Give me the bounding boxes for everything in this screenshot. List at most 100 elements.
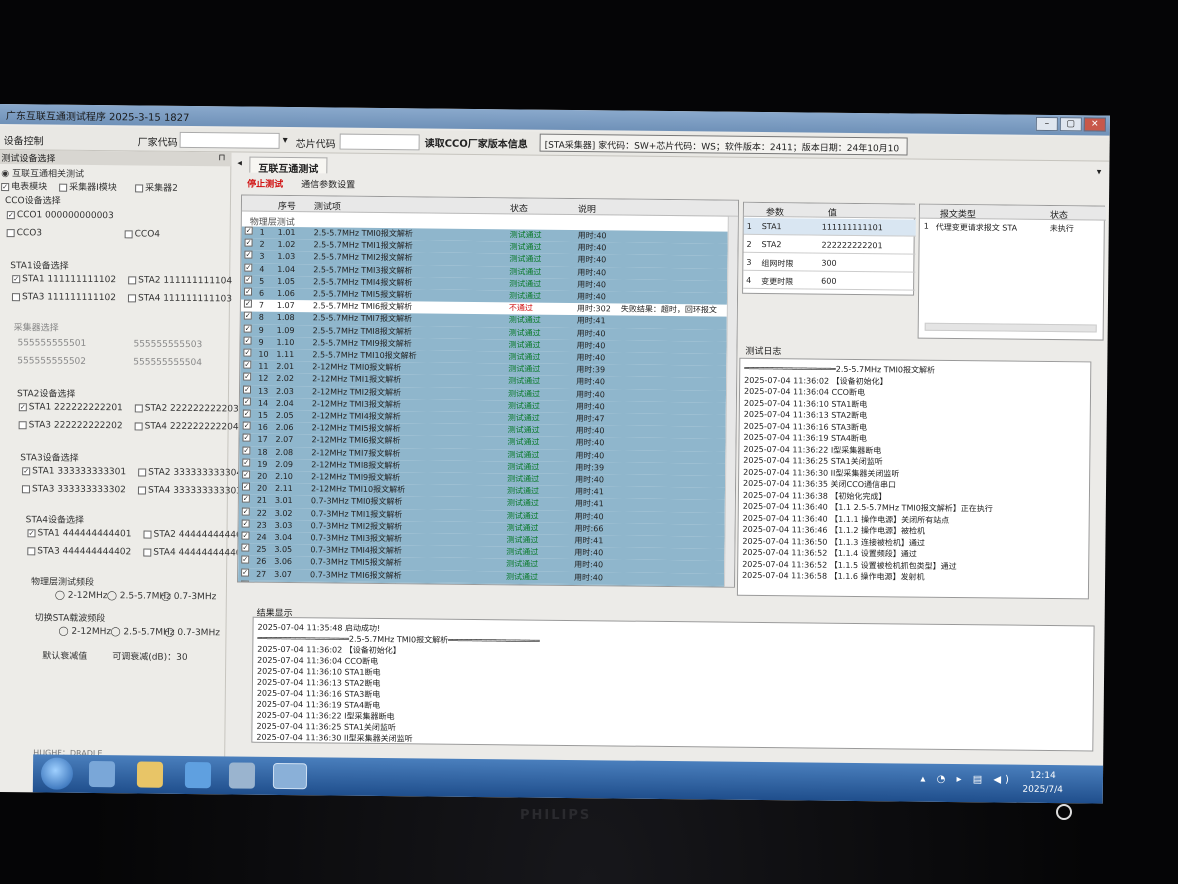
row-note: 用时:40	[576, 328, 606, 338]
app-icon[interactable]	[228, 762, 256, 789]
row-id: 2.06	[275, 423, 294, 433]
cco-select-label: CCO设备选择	[4, 196, 61, 207]
sta4-checkbox-3[interactable]: STA3 444444444402	[27, 546, 131, 557]
log-line: 2025-07-04 11:36:10 STA1断电	[743, 398, 868, 409]
sta3-checkbox-3[interactable]: STA3 333333333302	[21, 484, 126, 495]
row-item: 2.5-5.7MHz TMI8报文解析	[312, 325, 412, 336]
minimize-button[interactable]: –	[1035, 116, 1058, 132]
row-status: 测试通过	[507, 449, 540, 460]
row-status: 测试通过	[508, 364, 541, 374]
sta2-checkbox-1[interactable]: ✓ STA1 222222222201	[18, 402, 123, 413]
collector-item-4[interactable]: 555555555504	[133, 357, 202, 368]
row-item: 0.7-3MHz TMI7报文解析	[309, 582, 402, 588]
row-id: 1.04	[277, 264, 296, 274]
param-row[interactable]: 4 变更时限 600	[743, 271, 916, 291]
collector-item-1[interactable]: 555555555501	[17, 338, 86, 349]
row-no: 10	[258, 349, 269, 359]
row-note: 用时:40	[577, 231, 607, 241]
message-type-row[interactable]: 1 代理变更请求报文 STA 未执行	[924, 222, 1074, 234]
system-tray-icons[interactable]: ▴ ◔ ▸ ▤ ◀)	[920, 774, 1013, 786]
explorer-icon[interactable]	[88, 760, 116, 788]
row-no: 20	[256, 483, 268, 494]
sta1-checkbox-4[interactable]: STA4 111111111103	[127, 293, 232, 304]
row-id: 1.11	[276, 349, 295, 360]
row-status: 测试通过	[506, 498, 539, 509]
row-no: 20	[257, 471, 268, 481]
row-id: 3.04	[274, 532, 293, 543]
collector-i-checkbox[interactable]: 采集器I模块	[59, 180, 117, 193]
maximize-button[interactable]: ▢	[1059, 117, 1082, 132]
sta4-checkbox-2[interactable]: STA2 444444444404	[143, 530, 248, 541]
param-row[interactable]: 1 STA1 111111111101	[743, 217, 916, 237]
row-item: 2-12MHz TMI0报文解析	[312, 362, 402, 373]
horizontal-scrollbar[interactable]	[924, 322, 1097, 333]
param-row[interactable]: 3 组网时限 300	[743, 253, 916, 273]
sta1-checkbox-1[interactable]: ✓ STA1 111111111102	[12, 274, 116, 285]
collector-item-3[interactable]: 555555555502	[17, 356, 86, 367]
collector-group-label: 采集器选择	[13, 323, 59, 334]
cco4-checkbox[interactable]: CCO4	[124, 229, 160, 240]
read-cco-vendor-button[interactable]: 读取CCO厂家版本信息	[425, 134, 528, 150]
chevron-down-icon[interactable]: ▾	[283, 135, 288, 146]
attenuator-value[interactable]: 可调衰减(dB)：30	[112, 649, 188, 663]
sta2-checkbox-4[interactable]: STA4 222222222204	[134, 421, 239, 433]
row-no: 4	[259, 264, 265, 274]
row-note: 用时:41	[576, 316, 606, 326]
interop-radio[interactable]: ◉ 互联互通相关测试	[1, 166, 84, 180]
log-line: 2025-07-04 11:36:19 STA4断电	[743, 432, 868, 444]
cco3-checkbox[interactable]: CCO3	[6, 228, 42, 238]
power-button-icon[interactable]	[1056, 804, 1072, 820]
param-table: 参数 值 1 STA1 111111111101 2 STA2 222222222201 3…	[742, 201, 916, 296]
sta-band-option-3[interactable]: ◯ 0.7-3MHz	[164, 628, 220, 639]
row-note: 用时:40	[577, 243, 607, 253]
sta1-checkbox-3[interactable]: STA3 111111111102	[11, 292, 116, 303]
table-header: 序号 测试项 状态 说明	[241, 195, 740, 217]
vendor-code-select[interactable]	[179, 131, 280, 149]
chevron-left-icon[interactable]: ◂	[237, 158, 242, 168]
row-no: 23	[256, 520, 267, 530]
log-line: 2025-07-04 11:36:58 【1.1.6 操作电源】发射机	[742, 570, 925, 582]
stop-test-button[interactable]: 停止测试	[247, 177, 283, 190]
sta2-checkbox-2[interactable]: STA2 222222222203	[134, 403, 239, 415]
sta3-checkbox-1[interactable]: ✓ STA1 333333333301	[22, 466, 126, 477]
row-id: 2.07	[275, 435, 294, 445]
pin-icon[interactable]: ⊓	[218, 153, 225, 163]
row-id: 2.02	[276, 374, 294, 384]
sta-band-option-1[interactable]: ◯ 2-12MHz	[58, 627, 111, 638]
tab-comm-params[interactable]: 通信参数设置	[301, 177, 355, 191]
band-option-3[interactable]: ◯ 0.7-3MHz	[161, 592, 217, 603]
sta4-checkbox-4[interactable]: STA4 444444444403	[143, 548, 247, 559]
sta2-checkbox-3[interactable]: STA3 222222222202	[18, 420, 123, 431]
sta3-checkbox-2[interactable]: STA2 333333333304	[138, 467, 242, 479]
row-no: 22	[256, 508, 267, 518]
band-option-1[interactable]: ◯ 2-12MHz	[55, 591, 108, 602]
collector-item-2[interactable]: 555555555503	[133, 339, 202, 350]
browser-icon[interactable]	[184, 761, 212, 789]
chip-code-select[interactable]	[339, 133, 420, 151]
log-line: 2025-07-04 11:36:04 CCO断电	[743, 386, 866, 398]
chip-code-label: 芯片代码	[295, 139, 336, 151]
col-item: 测试项	[313, 202, 342, 213]
row-status: 测试通过	[506, 547, 539, 557]
sta3-checkbox-4[interactable]: STA4 333333333303	[137, 485, 242, 497]
collector-ii-checkbox[interactable]: 采集器2	[135, 180, 178, 194]
row-item: 0.7-3MHz TMI4报文解析	[310, 545, 402, 556]
meter-module-checkbox[interactable]: ✓ 电表模块	[1, 179, 47, 192]
row-status: 测试通过	[508, 352, 541, 362]
cco1-checkbox[interactable]: ✓ CCO1 000000000003	[6, 210, 114, 221]
sta4-checkbox-1[interactable]: ✓ STA1 444444444401	[27, 528, 132, 539]
row-no: 11	[258, 361, 269, 372]
taskbar-clock[interactable]: 12:14 2025/7/4	[1022, 769, 1063, 797]
folder-icon[interactable]	[136, 761, 164, 788]
row-id: 3.05	[274, 545, 293, 555]
dropdown-icon[interactable]: ▾	[1097, 167, 1102, 177]
close-button[interactable]: ✕	[1083, 117, 1106, 132]
row-item: 2-12MHz TMI4报文解析	[311, 411, 401, 422]
param-row[interactable]: 2 STA2 222222222201	[743, 235, 916, 255]
sta1-checkbox-2[interactable]: STA2 111111111104	[128, 275, 232, 286]
row-no: 1	[259, 227, 265, 237]
start-button[interactable]	[40, 757, 74, 790]
row-id: 1.05	[277, 276, 296, 286]
tab-interop-test[interactable]: 互联互通测试	[249, 156, 328, 175]
test-program-taskbar-icon[interactable]	[272, 762, 308, 790]
